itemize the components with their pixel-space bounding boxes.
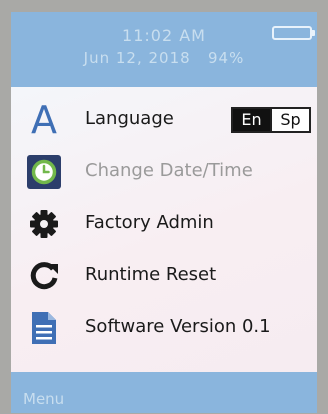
menu-item-factory-admin[interactable]: Factory Admin [11,201,317,249]
menu-item-software-version: Software Version 0.1 [11,305,317,353]
battery-percent: 94% [207,49,245,67]
menu-item-label: Change Date/Time [85,160,253,181]
menu-item-label: Runtime Reset [85,264,217,285]
menu-item-change-date-time[interactable]: Change Date/Time [11,149,317,197]
device-screen: 11:02 AM Jun 12, 2018 94% A Language En … [11,12,317,413]
language-option-sp[interactable]: Sp [270,109,309,131]
menu-item-label: Factory Admin [85,212,214,233]
menu-item-language[interactable]: A Language En Sp [11,97,317,145]
status-date: Jun 12, 2018 [83,49,191,67]
settings-menu: A Language En Sp Change Date/Time Factor… [11,87,317,372]
letter-a-glyph: A [31,98,57,142]
gear-icon [25,205,63,243]
bottom-bar: Menu [11,372,317,413]
language-option-en[interactable]: En [233,109,270,131]
refresh-icon [25,257,63,295]
menu-softkey-label[interactable]: Menu [23,390,64,408]
status-bar: 11:02 AM Jun 12, 2018 94% [11,12,317,87]
document-icon [25,309,63,347]
battery-icon [272,26,315,40]
letter-a-icon: A [25,101,63,139]
status-date-battery: Jun 12, 2018 94% [11,49,317,67]
menu-item-runtime-reset[interactable]: Runtime Reset [11,253,317,301]
menu-item-label: Software Version 0.1 [85,316,271,337]
menu-item-label: Language [85,108,174,129]
language-toggle[interactable]: En Sp [231,107,311,133]
clock-icon [25,153,63,191]
